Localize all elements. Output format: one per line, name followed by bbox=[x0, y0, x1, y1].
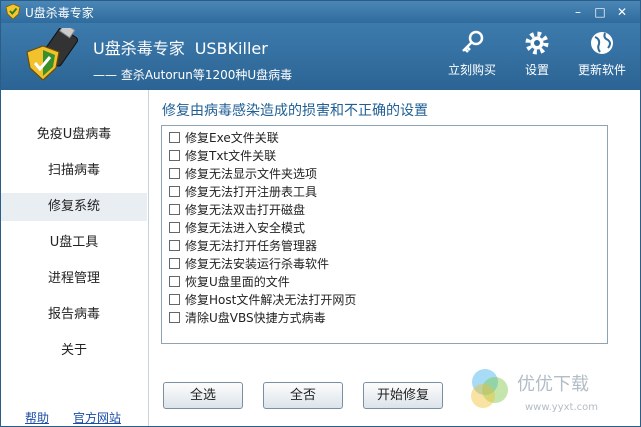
buy-now-label: 立刻购买 bbox=[447, 63, 496, 77]
sidebar-item-process-manager[interactable]: 进程管理 bbox=[1, 265, 147, 293]
brand-name-cn: U盘杀毒专家 bbox=[93, 39, 185, 58]
watermark-logo-icon: 优优下载 www.yyxt.com bbox=[471, 369, 598, 413]
sidebar-item-about[interactable]: 关于 bbox=[1, 337, 147, 365]
option-restore-usb-files[interactable]: 恢复U盘里面的文件 bbox=[162, 273, 607, 291]
shield-icon bbox=[6, 4, 20, 19]
checkbox[interactable] bbox=[169, 222, 180, 233]
usb-shield-logo-icon bbox=[26, 28, 79, 81]
option-repair-task-manager[interactable]: 修复无法打开任务管理器 bbox=[162, 237, 607, 255]
option-repair-regedit[interactable]: 修复无法打开注册表工具 bbox=[162, 183, 607, 201]
checkbox[interactable] bbox=[169, 186, 180, 197]
checkbox[interactable] bbox=[169, 150, 180, 161]
key-icon bbox=[462, 30, 484, 53]
option-repair-exe-association[interactable]: 修复Exe文件关联 bbox=[162, 129, 607, 147]
checkbox[interactable] bbox=[169, 294, 180, 305]
option-repair-hosts[interactable]: 修复Host文件解决无法打开网页 bbox=[162, 291, 607, 309]
globe-icon bbox=[591, 32, 613, 54]
checkbox[interactable] bbox=[169, 276, 180, 287]
option-repair-folder-options[interactable]: 修复无法显示文件夹选项 bbox=[162, 165, 607, 183]
checkbox[interactable] bbox=[169, 312, 180, 323]
sidebar-item-immunize[interactable]: 免疫U盘病毒 bbox=[1, 121, 147, 149]
select-none-button[interactable]: 全否 bbox=[263, 382, 343, 409]
sidebar-item-report-virus[interactable]: 报告病毒 bbox=[1, 301, 147, 329]
update-software-button[interactable]: 更新软件 bbox=[572, 29, 632, 78]
sidebar: 免疫U盘病毒 扫描病毒 修复系统 U盘工具 进程管理 报告病毒 关于 帮助 官方… bbox=[1, 90, 149, 426]
buy-now-button[interactable]: 立刻购买 bbox=[442, 29, 502, 78]
start-repair-button[interactable]: 开始修复 bbox=[363, 382, 443, 409]
sidebar-item-scan[interactable]: 扫描病毒 bbox=[1, 157, 147, 185]
repair-options-list[interactable]: 修复Exe文件关联 修复Txt文件关联 修复无法显示文件夹选项 修复无法打开注册… bbox=[161, 125, 608, 344]
checkbox[interactable] bbox=[169, 132, 180, 143]
minimize-button[interactable]: – bbox=[568, 4, 588, 20]
close-button[interactable]: ✕ bbox=[612, 4, 632, 20]
window-title: U盘杀毒专家 bbox=[25, 6, 94, 20]
help-link[interactable]: 帮助 bbox=[25, 409, 49, 426]
official-site-link[interactable]: 官方网站 bbox=[73, 409, 121, 426]
watermark-url: www.yyxt.com bbox=[525, 402, 598, 413]
brand-name-en: USBKiller bbox=[194, 39, 268, 58]
title-bar[interactable]: U盘杀毒专家 – □ ✕ bbox=[1, 1, 640, 23]
maximize-button[interactable]: □ bbox=[590, 4, 610, 20]
settings-label: 设置 bbox=[524, 63, 549, 77]
gear-icon bbox=[525, 31, 549, 55]
checkbox[interactable] bbox=[169, 204, 180, 215]
sidebar-item-usb-tools[interactable]: U盘工具 bbox=[1, 229, 147, 257]
checkbox[interactable] bbox=[169, 240, 180, 251]
option-repair-txt-association[interactable]: 修复Txt文件关联 bbox=[162, 147, 607, 165]
slogan: —— 查杀Autorun等1200种U盘病毒 bbox=[93, 68, 293, 82]
option-repair-safe-mode[interactable]: 修复无法进入安全模式 bbox=[162, 219, 607, 237]
settings-button[interactable]: 设置 bbox=[507, 29, 567, 78]
select-all-button[interactable]: 全选 bbox=[163, 382, 243, 409]
option-clear-vbs-shortcut[interactable]: 清除U盘VBS快捷方式病毒 bbox=[162, 309, 607, 327]
update-software-label: 更新软件 bbox=[577, 63, 626, 77]
checkbox[interactable] bbox=[169, 258, 180, 269]
option-repair-disk-doubleclick[interactable]: 修复无法双击打开磁盘 bbox=[162, 201, 607, 219]
app-header: U盘杀毒专家 USBKiller —— 查杀Autorun等1200种U盘病毒 立… bbox=[1, 23, 640, 90]
app-window: U盘杀毒专家 – □ ✕ U盘杀毒专家 USBKiller —— 查杀Autoru… bbox=[0, 0, 641, 427]
option-repair-antivirus-install[interactable]: 修复无法安装运行杀毒软件 bbox=[162, 255, 607, 273]
watermark-text: 优优下载 bbox=[517, 374, 589, 395]
section-title: 修复由病毒感染造成的损害和不正确的设置 bbox=[162, 103, 428, 119]
brand-name: U盘杀毒专家 USBKiller bbox=[93, 35, 268, 59]
checkbox[interactable] bbox=[169, 168, 180, 179]
sidebar-item-repair-system[interactable]: 修复系统 bbox=[1, 193, 147, 221]
